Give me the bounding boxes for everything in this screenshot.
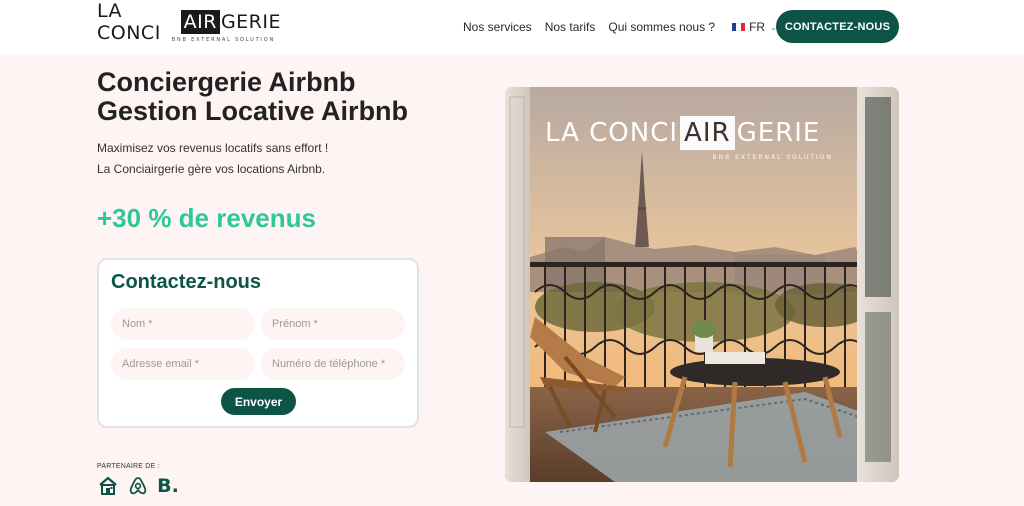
booking-icon[interactable]: B.	[157, 475, 179, 497]
contact-cta-button[interactable]: CONTACTEZ-NOUS	[776, 10, 899, 43]
main-nav: Nos services Nos tarifs Qui sommes nous …	[463, 20, 777, 34]
contact-form-title: Contactez-nous	[111, 271, 261, 293]
logo-wordmark: LA CONCI AIR GERIE	[97, 0, 281, 44]
contact-form-card: Contactez-nous Envoyer	[97, 258, 419, 428]
partners-list: B.	[97, 475, 187, 497]
house-icon[interactable]	[97, 475, 119, 497]
revenue-highlight: +30 % de revenus	[97, 203, 316, 233]
france-flag-icon	[732, 23, 746, 31]
title-line-2: Gestion Locative Airbnb	[97, 96, 409, 126]
email-field[interactable]	[111, 348, 255, 380]
nav-item-services[interactable]: Nos services	[463, 20, 532, 34]
submit-button[interactable]: Envoyer	[221, 388, 296, 415]
first-name-field[interactable]	[261, 308, 405, 340]
hero-subtitle: Maximisez vos revenus locatifs sans effo…	[97, 138, 328, 180]
subtitle-line-1: Maximisez vos revenus locatifs sans effo…	[97, 141, 329, 155]
image-logo-tagline: BNB EXTERNAL SOLUTION	[712, 154, 833, 161]
nav-item-tarifs[interactable]: Nos tarifs	[545, 20, 596, 34]
site-logo[interactable]: LA CONCI AIR GERIE BNB EXTERNAL SOLUTION	[97, 0, 281, 44]
page-title: Conciergerie Airbnb Gestion Locative Air…	[97, 68, 408, 126]
image-logo-wordmark: LA CONCI AIR GERIE	[545, 116, 821, 150]
phone-field[interactable]	[261, 348, 405, 380]
name-field[interactable]	[111, 308, 255, 340]
site-header: LA CONCI AIR GERIE BNB EXTERNAL SOLUTION N…	[0, 0, 1024, 54]
image-logo-overlay: LA CONCI AIR GERIE BNB EXTERNAL SOLUTION	[545, 116, 845, 161]
language-selector[interactable]: FR ⌄	[732, 20, 777, 34]
title-line-1: Conciergerie Airbnb	[97, 67, 356, 97]
partners-label: PARTENAIRE DE :	[97, 463, 160, 470]
subtitle-line-2: La Conciairgerie gère vos locations Airb…	[97, 162, 326, 176]
language-code: FR	[749, 20, 766, 34]
hero-image: LA CONCI AIR GERIE BNB EXTERNAL SOLUTION	[505, 87, 899, 482]
nav-item-about[interactable]: Qui sommes nous ?	[608, 20, 715, 34]
airbnb-icon[interactable]	[127, 475, 149, 497]
